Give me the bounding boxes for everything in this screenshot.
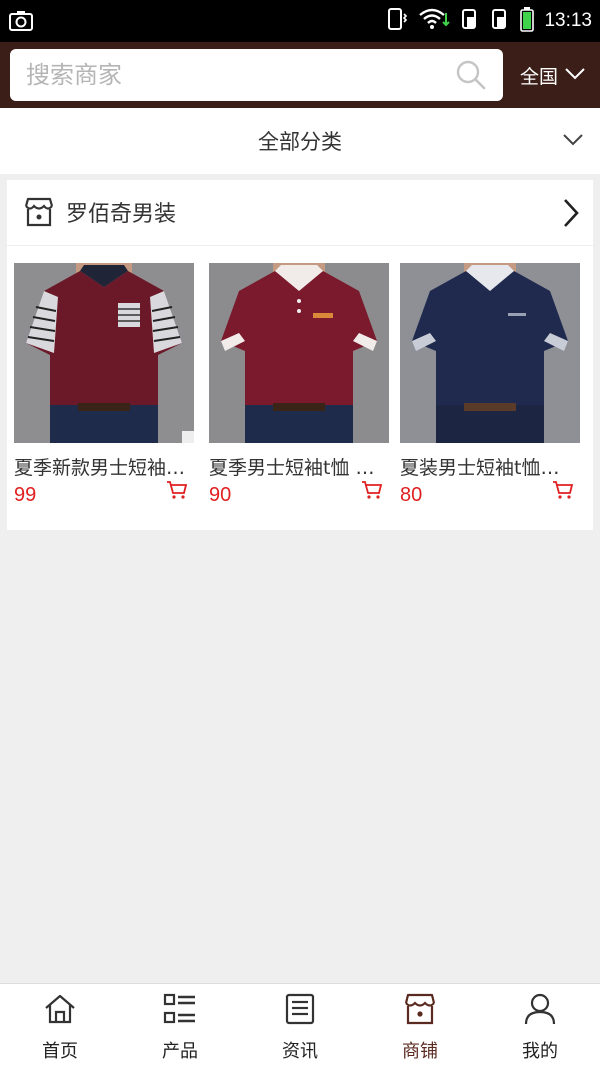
tab-label: 我的 <box>522 1041 558 1062</box>
region-selector[interactable]: 全国 <box>520 62 586 88</box>
tab-label: 资讯 <box>282 1041 318 1062</box>
store-icon <box>403 992 437 1037</box>
sim1-icon <box>460 7 480 35</box>
shop-card: 罗佰奇男装 夏季新款男士短袖T恤 99 夏季男士短袖t恤 韩版 90 夏装男士短… <box>7 180 593 530</box>
shop-name: 罗佰奇男装 <box>66 202 177 227</box>
chevron-down-icon <box>564 64 586 86</box>
home-icon <box>43 992 77 1037</box>
bottom-tab-bar: 首页 产品 资讯 商铺 我的 <box>0 983 600 1067</box>
add-to-cart-icon[interactable] <box>552 480 574 504</box>
tab-stores[interactable]: 商铺 <box>360 984 480 1067</box>
header: 全国 <box>0 42 600 108</box>
product-title: 夏装男士短袖t恤韩版 <box>400 457 572 479</box>
category-label: 全部分类 <box>258 130 342 154</box>
status-bar: 13:13 <box>0 0 600 42</box>
add-to-cart-icon[interactable] <box>166 480 188 504</box>
product-image[interactable] <box>209 263 389 443</box>
status-time: 13:13 <box>544 10 592 31</box>
tab-news[interactable]: 资讯 <box>240 984 360 1067</box>
chevron-down-icon <box>562 132 584 151</box>
battery-icon <box>520 6 535 36</box>
tab-label: 产品 <box>162 1041 198 1062</box>
vibrate-icon <box>386 7 408 35</box>
search-input[interactable] <box>26 49 446 101</box>
news-icon <box>283 992 317 1037</box>
tab-label: 商铺 <box>402 1041 438 1062</box>
screenshot-icon <box>8 9 34 37</box>
list-icon <box>163 992 197 1037</box>
search-box[interactable] <box>10 49 503 101</box>
category-filter[interactable]: 全部分类 <box>0 108 600 174</box>
add-to-cart-icon[interactable] <box>361 480 383 504</box>
product-title: 夏季新款男士短袖T恤 <box>14 457 186 479</box>
region-label: 全国 <box>520 65 559 88</box>
product-card[interactable]: 夏装男士短袖t恤韩版 80 <box>400 263 580 507</box>
product-image[interactable] <box>400 263 580 443</box>
wifi-icon <box>418 7 451 35</box>
shop-header[interactable]: 罗佰奇男装 <box>7 180 593 246</box>
tab-label: 首页 <box>42 1041 78 1062</box>
product-image[interactable] <box>14 263 194 443</box>
product-title: 夏季男士短袖t恤 韩版 <box>209 457 381 479</box>
search-icon[interactable] <box>455 59 487 95</box>
tab-profile[interactable]: 我的 <box>480 984 600 1067</box>
product-card[interactable]: 夏季男士短袖t恤 韩版 90 <box>209 263 389 507</box>
product-card[interactable]: 夏季新款男士短袖T恤 99 <box>14 263 194 507</box>
tab-home[interactable]: 首页 <box>0 984 120 1067</box>
store-icon <box>23 196 55 232</box>
tab-products[interactable]: 产品 <box>120 984 240 1067</box>
sim2-icon <box>490 7 510 35</box>
user-icon <box>523 992 557 1037</box>
chevron-right-icon <box>561 197 581 233</box>
